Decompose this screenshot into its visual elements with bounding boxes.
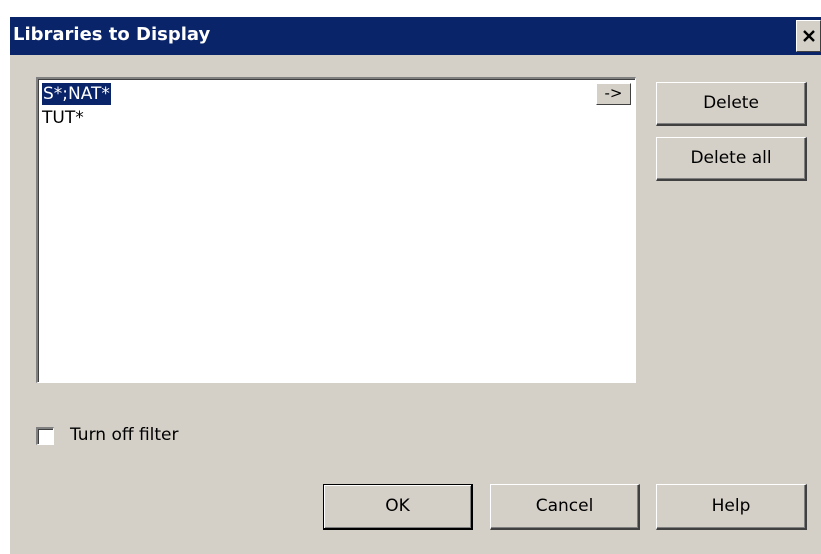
library-edit-row: S*;NAT* -> [41, 82, 633, 106]
library-edit-field[interactable]: S*;NAT* [42, 83, 111, 105]
libraries-dialog: Libraries to Display S*;NAT* -> TUT* Del… [10, 17, 821, 554]
close-icon [803, 30, 815, 42]
library-listbox[interactable]: S*;NAT* -> TUT* [36, 77, 636, 383]
library-items: TUT* [42, 107, 84, 129]
list-item[interactable]: TUT* [42, 107, 84, 129]
turn-off-filter-label[interactable]: Turn off filter [70, 424, 179, 446]
delete-all-button[interactable]: Delete all [656, 137, 807, 181]
apply-arrow-button[interactable]: -> [596, 83, 631, 105]
delete-button[interactable]: Delete [656, 82, 807, 126]
title-bar[interactable]: Libraries to Display [10, 17, 821, 55]
help-button[interactable]: Help [656, 484, 807, 530]
close-button[interactable] [796, 20, 821, 52]
turn-off-filter-checkbox[interactable] [36, 427, 54, 445]
cancel-button[interactable]: Cancel [490, 484, 640, 530]
dialog-title: Libraries to Display [13, 24, 211, 45]
ok-button[interactable]: OK [323, 484, 473, 530]
